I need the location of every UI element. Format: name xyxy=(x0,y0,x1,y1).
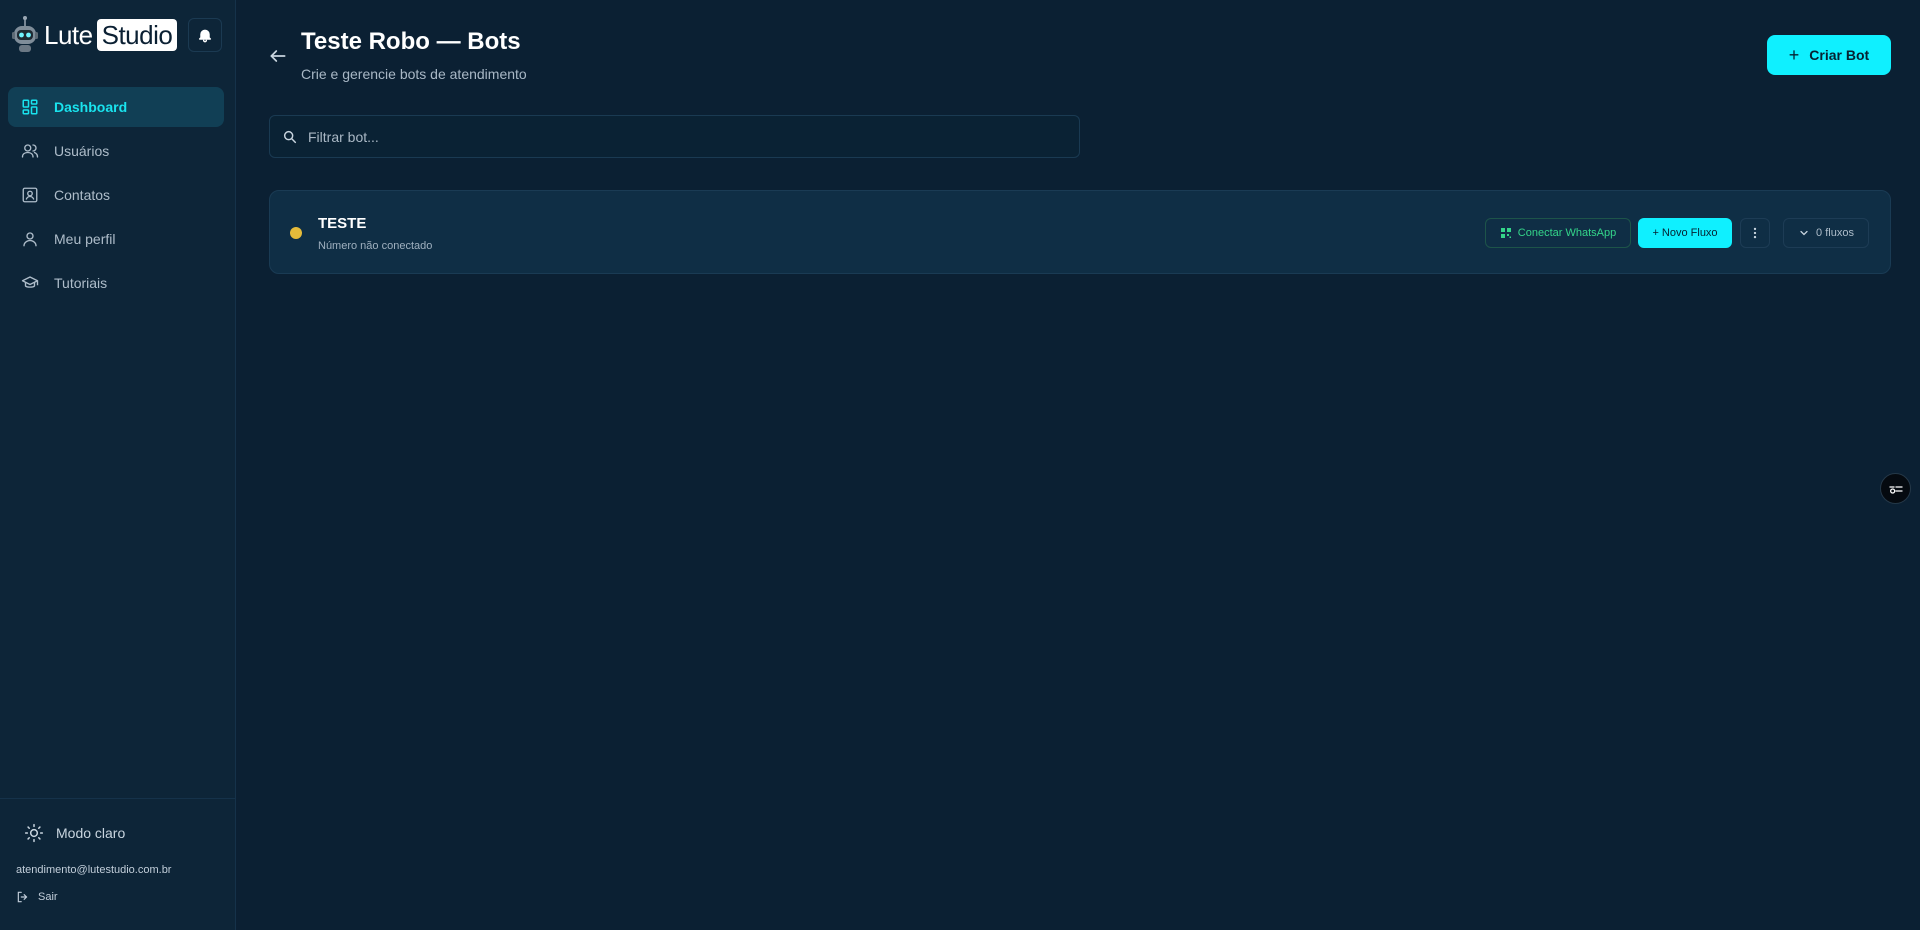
settings-toggle-icon xyxy=(1888,485,1903,494)
new-flow-button[interactable]: + Novo Fluxo xyxy=(1638,218,1732,248)
flows-toggle-button[interactable]: 0 fluxos xyxy=(1783,218,1869,248)
chevron-down-icon xyxy=(1798,227,1810,239)
bot-name: TESTE xyxy=(318,215,367,232)
sidebar-item-meu-perfil[interactable]: Meu perfil xyxy=(8,219,224,259)
create-bot-button[interactable]: + Criar Bot xyxy=(1767,35,1891,75)
graduation-cap-icon xyxy=(20,273,40,293)
user-email: atendimento@lutestudio.com.br xyxy=(16,864,172,876)
sidebar-item-label: Usuários xyxy=(54,143,110,159)
sidebar-item-contatos[interactable]: Contatos xyxy=(8,175,224,215)
sidebar-nav: Dashboard Usuários Contatos Meu perfil T… xyxy=(8,87,224,307)
logout-button[interactable]: Sair xyxy=(16,890,58,904)
sidebar-item-usuarios[interactable]: Usuários xyxy=(8,131,224,171)
theme-toggle-label: Modo claro xyxy=(56,825,126,841)
arrow-left-icon xyxy=(270,50,286,62)
logout-label: Sair xyxy=(38,891,58,903)
users-icon xyxy=(20,141,40,161)
back-button[interactable] xyxy=(268,46,288,66)
bot-status: Número não conectado xyxy=(318,240,433,252)
floating-settings-button[interactable] xyxy=(1880,473,1911,504)
contacts-icon xyxy=(20,185,40,205)
brand-name: Lute xyxy=(44,19,93,50)
brand-logo[interactable]: Lute Studio xyxy=(10,14,178,56)
sidebar-item-tutoriais[interactable]: Tutoriais xyxy=(8,263,224,303)
bot-card[interactable]: TESTE Número não conectado Conectar What… xyxy=(269,190,1891,274)
sidebar-divider xyxy=(0,798,236,799)
qr-code-icon xyxy=(1500,227,1512,239)
sidebar: Lute Studio Dashboard Usuários Contatos … xyxy=(0,0,236,930)
sidebar-item-label: Tutoriais xyxy=(54,275,108,291)
connect-whatsapp-button[interactable]: Conectar WhatsApp xyxy=(1485,218,1631,248)
brand-name-highlight: Studio xyxy=(96,19,178,51)
search-icon xyxy=(282,129,298,145)
search-input[interactable] xyxy=(308,128,1079,145)
connect-whatsapp-label: Conectar WhatsApp xyxy=(1517,227,1617,239)
theme-toggle[interactable]: Modo claro xyxy=(24,823,125,843)
plus-icon: + xyxy=(1788,44,1800,65)
notifications-button[interactable] xyxy=(188,18,222,52)
page-title: Teste Robo — Bots xyxy=(301,28,521,55)
create-bot-label: Criar Bot xyxy=(1809,47,1870,63)
sidebar-item-label: Meu perfil xyxy=(54,231,116,247)
logout-icon xyxy=(16,890,30,904)
status-indicator xyxy=(290,227,302,239)
sidebar-item-label: Contatos xyxy=(54,187,111,203)
sidebar-item-label: Dashboard xyxy=(54,99,128,115)
flows-count: 0 fluxos xyxy=(1816,227,1854,239)
search-box xyxy=(269,115,1080,158)
sidebar-item-dashboard[interactable]: Dashboard xyxy=(8,87,224,127)
more-options-button[interactable] xyxy=(1740,218,1770,248)
dashboard-icon xyxy=(20,97,40,117)
sun-icon xyxy=(24,823,44,843)
user-icon xyxy=(20,229,40,249)
page-subtitle: Crie e gerencie bots de atendimento xyxy=(301,66,527,82)
more-vertical-icon xyxy=(1753,227,1757,239)
robot-logo-icon xyxy=(10,14,40,56)
bell-icon xyxy=(198,29,212,43)
